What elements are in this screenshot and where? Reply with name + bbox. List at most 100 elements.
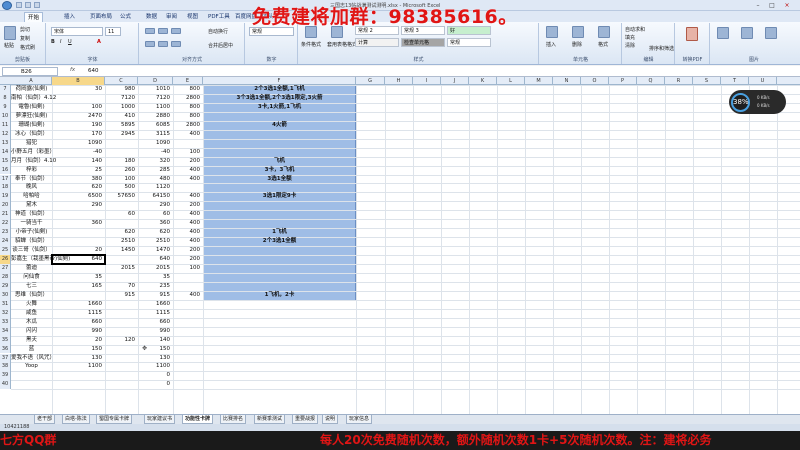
align-bottom-icon[interactable] (171, 28, 181, 34)
tab-2[interactable]: 插入 (64, 12, 75, 22)
close-button[interactable]: × (781, 2, 793, 9)
sheet-tab-4[interactable]: 玩家建议书 (144, 415, 176, 424)
underline-button[interactable]: U (68, 39, 72, 45)
cell-c24[interactable]: 2510 (105, 237, 135, 246)
cell-a12[interactable]: 冰心（仙剑） (11, 130, 52, 139)
cell-f32[interactable] (203, 309, 356, 318)
column-header-q[interactable]: Q (637, 77, 665, 85)
delete-cells-button[interactable]: 删除 (572, 41, 582, 48)
conditional-format-button[interactable]: 条件格式 (301, 41, 321, 48)
align-top-icon[interactable] (145, 28, 155, 34)
cell-e7[interactable]: 800 (173, 85, 201, 94)
row-header-36[interactable]: 36 (0, 344, 11, 354)
cell-a30[interactable]: 思维（仙剑） (11, 291, 52, 300)
cell-e24[interactable]: 400 (173, 237, 201, 246)
tab-4[interactable]: 公式 (120, 12, 131, 22)
cell-d32[interactable]: 1115 (138, 309, 170, 318)
cell-e17[interactable]: 400 (173, 175, 201, 184)
format-painter-button[interactable]: 格式刷 (20, 44, 35, 51)
cell-f22[interactable] (203, 219, 356, 228)
cell-d16[interactable]: 285 (138, 166, 171, 175)
cell-d28[interactable]: 35 (138, 273, 170, 282)
cell-d39[interactable]: 0 (138, 371, 171, 380)
column-header-j[interactable]: J (441, 77, 469, 85)
cell-e12[interactable]: 400 (173, 130, 201, 139)
cell-e14[interactable]: 100 (173, 148, 201, 157)
row-header-10[interactable]: 10 (0, 111, 11, 121)
row-header-15[interactable]: 15 (0, 156, 11, 166)
cell-f37[interactable] (203, 354, 356, 363)
cell-d40[interactable]: 0 (138, 380, 171, 389)
cell-d11[interactable]: 6085 (138, 121, 170, 130)
cell-f11[interactable]: 4火箭 (203, 121, 356, 130)
cell-a33[interactable]: 木瓜 (11, 318, 52, 327)
cell-d30[interactable]: 915 (138, 291, 171, 300)
row-header-19[interactable]: 19 (0, 192, 11, 202)
cell-a35[interactable]: 黑天 (11, 336, 52, 345)
row-header-39[interactable]: 39 (0, 371, 11, 381)
cell-a20[interactable]: 黛木 (11, 201, 52, 210)
cell-c30[interactable]: 915 (105, 291, 136, 300)
cell-f13[interactable] (203, 139, 356, 148)
cell-c20[interactable] (105, 201, 135, 210)
paste-label[interactable]: 粘贴 (4, 42, 14, 49)
cell-f8[interactable]: 3个3选1全额,2个3选1限定,3火箭 (203, 94, 356, 103)
cell-a11[interactable]: 珊瑚(仙剣) (11, 121, 52, 130)
column-header-m[interactable]: M (525, 77, 553, 85)
cell-a14[interactable]: 小野五月（彩墨） (11, 148, 55, 157)
row-header-35[interactable]: 35 (0, 335, 11, 345)
cell-a17[interactable]: 奉节（仙剑） (11, 175, 52, 184)
cell-b32[interactable]: 1115 (52, 309, 102, 318)
cell-e9[interactable]: 800 (173, 103, 201, 112)
sheet-tab-3[interactable]: 蜀国专属卡牌 (96, 415, 133, 424)
cell-f27[interactable] (203, 264, 356, 273)
paste-icon[interactable] (4, 26, 16, 40)
cell-e38[interactable] (173, 362, 200, 371)
cell-b13[interactable]: 1090 (52, 139, 102, 148)
cell-e36[interactable] (173, 345, 200, 354)
cell-a32[interactable]: 咸鱼 (11, 309, 52, 318)
row-header-9[interactable]: 9 (0, 102, 11, 112)
column-header-g[interactable]: G (356, 77, 385, 85)
cell-e13[interactable] (173, 139, 200, 148)
share-icon[interactable] (765, 27, 777, 39)
column-header-a[interactable]: A (11, 77, 52, 85)
cell-a8[interactable]: 南帕（仙剑）4.12 (11, 94, 56, 103)
wrap-text-button[interactable]: 自动换行 (208, 28, 228, 35)
cell-a21[interactable]: 神道（仙剑） (11, 210, 52, 219)
cell-f40[interactable] (203, 380, 356, 389)
cell-d35[interactable]: 140 (138, 336, 171, 345)
row-header-18[interactable]: 18 (0, 183, 11, 193)
cell-c21[interactable]: 60 (105, 210, 135, 219)
cell-b20[interactable]: 290 (52, 201, 103, 210)
cell-a15[interactable]: 月月（仙剑）4.10 (11, 157, 56, 166)
cell-d9[interactable]: 1100 (138, 103, 170, 112)
row-header-29[interactable]: 29 (0, 281, 11, 291)
row-header-12[interactable]: 12 (0, 129, 11, 139)
cell-f39[interactable] (203, 371, 356, 380)
cell-c26[interactable] (105, 255, 135, 264)
cell-c13[interactable] (105, 139, 135, 148)
row-header-30[interactable]: 30 (0, 290, 11, 300)
cell-e21[interactable]: 400 (173, 210, 201, 219)
cell-d14[interactable]: -40 (138, 148, 170, 157)
row-header-26[interactable]: 26 (0, 255, 11, 264)
cell-c12[interactable]: 2945 (105, 130, 135, 139)
cell-d31[interactable]: 1660 (138, 300, 170, 309)
cell-d13[interactable]: 1090 (138, 139, 170, 148)
cell-c15[interactable]: 180 (105, 157, 136, 166)
column-header-o[interactable]: O (581, 77, 609, 85)
cell-b38[interactable]: 1100 (52, 362, 102, 371)
cell-a28[interactable]: 问仙食 (11, 273, 52, 282)
cell-c34[interactable] (105, 327, 135, 336)
cell-e30[interactable]: 400 (173, 291, 201, 300)
cell-f16[interactable]: 3卡，3飞机 (203, 166, 356, 175)
merge-center-button[interactable]: 合并后居中 (208, 42, 233, 49)
tab-6[interactable]: 审阅 (166, 12, 177, 22)
cell-d34[interactable]: 990 (138, 327, 171, 336)
cell-e37[interactable] (173, 354, 200, 363)
row-header-24[interactable]: 24 (0, 237, 11, 247)
cell-style-6[interactable]: 常规 (447, 38, 491, 47)
cell-c29[interactable]: 70 (105, 282, 135, 291)
cell-c28[interactable] (105, 273, 135, 282)
